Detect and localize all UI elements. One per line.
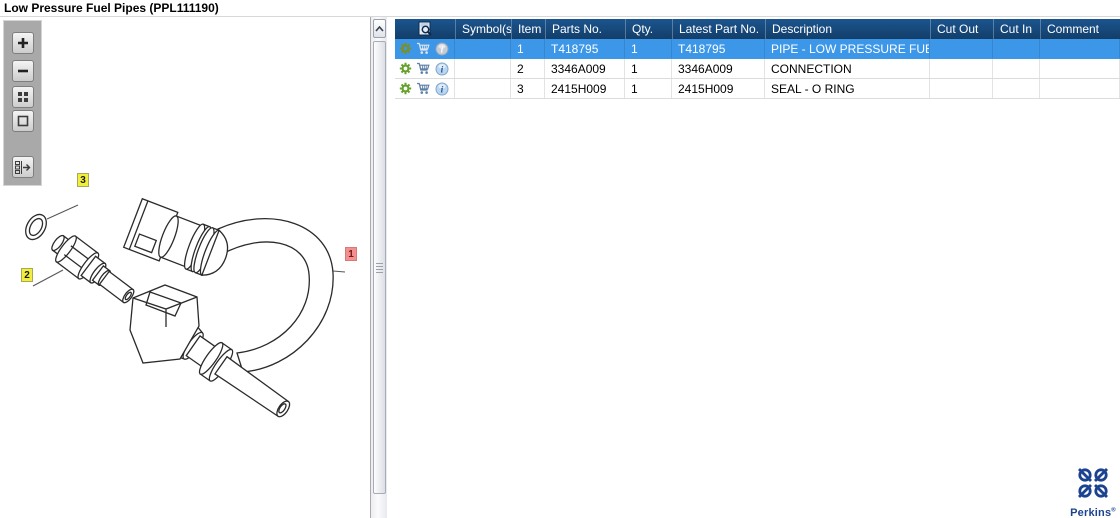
column-header-item[interactable]: Item (511, 19, 545, 39)
cell-item: 2 (511, 59, 545, 78)
diagram-panel: 1 2 3 (0, 17, 370, 518)
svg-text:i: i (440, 65, 443, 75)
oring-part[interactable] (21, 211, 50, 243)
info-icon[interactable]: i (434, 81, 449, 96)
grip-icon (376, 262, 383, 273)
cell-comment (1040, 39, 1120, 58)
toggle-parts-list-button[interactable] (12, 156, 34, 178)
column-header-latest-part-no[interactable]: Latest Part No. (672, 19, 765, 39)
parts-diagram (21, 197, 346, 433)
zoom-selection-button[interactable] (12, 110, 34, 132)
callout-3[interactable]: 3 (77, 173, 89, 187)
parts-table: Symbol(s) Item Parts No. Qty. Latest Par… (395, 19, 1120, 99)
column-header-comment[interactable]: Comment (1040, 19, 1120, 39)
cell-symbols (455, 79, 511, 98)
column-header-cut-in[interactable]: Cut In (993, 19, 1040, 39)
cell-cut-out (930, 59, 993, 78)
list-arrow-icon (15, 160, 31, 174)
cell-cut-in (993, 79, 1040, 98)
zoom-in-button[interactable] (12, 32, 34, 54)
column-header-cut-out[interactable]: Cut Out (930, 19, 993, 39)
table-row[interactable]: i 3 2415H009 1 2415H009 SEAL - O RING (395, 79, 1120, 99)
cell-cut-out (930, 39, 993, 58)
cell-qty: 1 (625, 59, 672, 78)
svg-text:i: i (440, 85, 443, 95)
cell-latest-part-no: T418795 (672, 39, 765, 58)
cell-description: PIPE - LOW PRESSURE FUEL (765, 39, 930, 58)
brand-name: Perkins (1070, 507, 1112, 518)
column-header-parts-no[interactable]: Parts No. (545, 19, 625, 39)
cell-qty: 1 (625, 39, 672, 58)
scroll-thumb[interactable] (373, 41, 386, 494)
callout-1-leader (332, 270, 346, 273)
zoom-fit-button[interactable] (12, 86, 34, 108)
brand-logo: Perkins® (1070, 465, 1116, 518)
callout-2-leader (32, 269, 64, 287)
cart-icon[interactable] (416, 41, 431, 56)
cell-comment (1040, 79, 1120, 98)
cell-symbols (455, 59, 511, 78)
cell-item: 3 (511, 79, 545, 98)
cell-parts-no: 3346A009 (545, 59, 625, 78)
pipe-part[interactable] (122, 197, 334, 433)
gear-icon[interactable] (398, 41, 413, 56)
cell-description: CONNECTION (765, 59, 930, 78)
info-icon[interactable]: i (434, 41, 449, 56)
gear-icon[interactable] (398, 81, 413, 96)
cell-comment (1040, 59, 1120, 78)
info-icon[interactable]: i (434, 61, 449, 76)
page-title: Low Pressure Fuel Pipes (PPL111190) (4, 1, 219, 15)
table-row[interactable]: i 2 3346A009 1 3346A009 CONNECTION (395, 59, 1120, 79)
square-outline-icon (17, 115, 29, 127)
grid-icon (18, 92, 28, 102)
callout-3-leader (46, 204, 79, 220)
cell-item: 1 (511, 39, 545, 58)
gear-icon[interactable] (398, 61, 413, 76)
table-header: Symbol(s) Item Parts No. Qty. Latest Par… (395, 19, 1120, 39)
minus-icon (18, 69, 28, 73)
cell-parts-no: T418795 (545, 39, 625, 58)
row-actions: i (395, 79, 455, 98)
cell-qty: 1 (625, 79, 672, 98)
view-toolbar (3, 20, 42, 186)
callout-2[interactable]: 2 (21, 268, 33, 282)
row-actions: i (395, 39, 455, 58)
column-header-description[interactable]: Description (765, 19, 930, 39)
title-bar: Low Pressure Fuel Pipes (PPL111190) (0, 0, 1120, 16)
cell-symbols (455, 39, 511, 58)
cell-cut-out (930, 79, 993, 98)
zoom-out-button[interactable] (12, 60, 34, 82)
perkins-logo-icon (1078, 468, 1108, 498)
cart-icon[interactable] (416, 61, 431, 76)
svg-text:i: i (440, 45, 443, 55)
cell-parts-no: 2415H009 (545, 79, 625, 98)
cell-latest-part-no: 3346A009 (672, 59, 765, 78)
column-header-qty[interactable]: Qty. (625, 19, 672, 39)
table-row[interactable]: i 1 T418795 1 T418795 PIPE - LOW PRESSUR… (395, 39, 1120, 59)
row-actions: i (395, 59, 455, 78)
vertical-scrollbar (370, 17, 387, 518)
cell-latest-part-no: 2415H009 (672, 79, 765, 98)
cell-cut-in (993, 39, 1040, 58)
cart-icon[interactable] (416, 81, 431, 96)
scroll-up-button[interactable] (373, 19, 386, 38)
plus-icon (18, 38, 28, 48)
cell-description: SEAL - O RING (765, 79, 930, 98)
parts-catalog-window: Low Pressure Fuel Pipes (PPL111190) 1 2 … (0, 0, 1120, 518)
image-search-icon (418, 21, 432, 36)
callout-1[interactable]: 1 (345, 247, 357, 261)
cell-cut-in (993, 59, 1040, 78)
chevron-up-icon (375, 25, 384, 32)
image-search-column-header[interactable] (395, 19, 455, 39)
column-header-symbols[interactable]: Symbol(s) (455, 19, 511, 39)
